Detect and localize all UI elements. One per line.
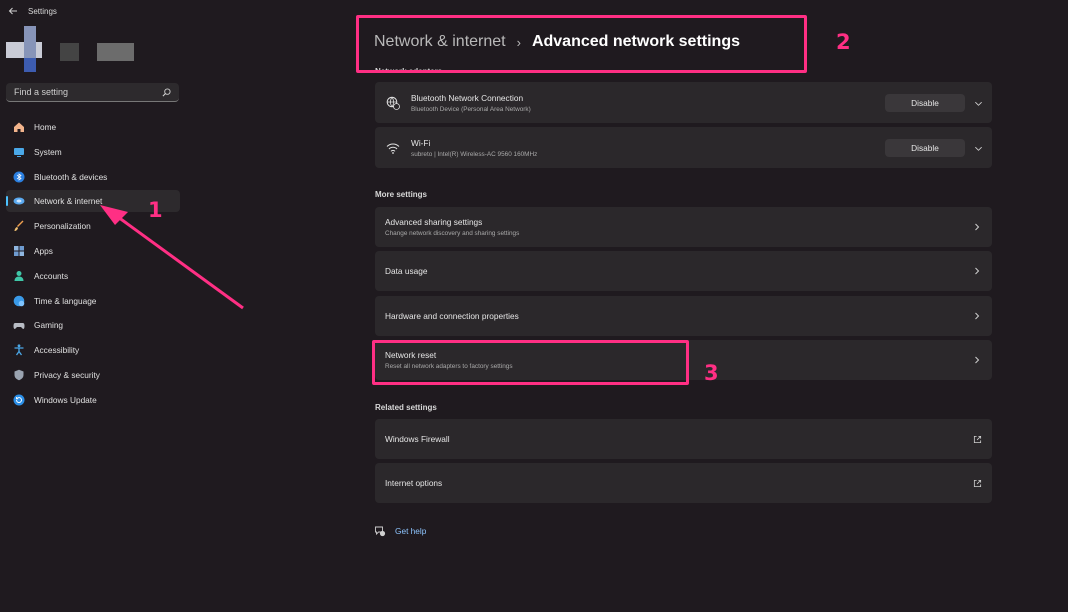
annotation-number-3: 3 <box>704 361 719 385</box>
annotation-box-network-reset <box>372 340 689 385</box>
annotation-arrow <box>100 205 244 310</box>
annotation-number-2: 2 <box>836 30 851 54</box>
annotation-box-breadcrumb <box>356 15 807 73</box>
annotation-number-1: 1 <box>148 198 163 222</box>
